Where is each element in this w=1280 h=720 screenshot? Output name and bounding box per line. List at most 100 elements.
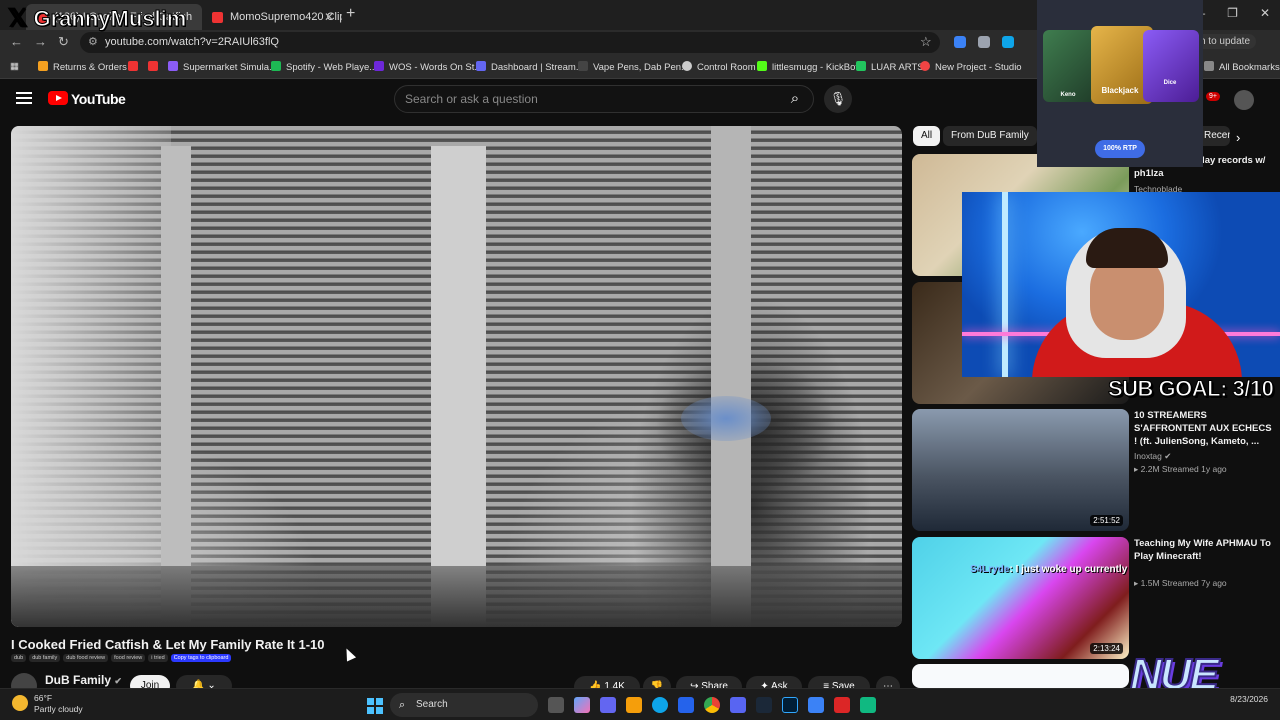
mouse-cursor-icon — [341, 646, 357, 662]
file-explorer-icon[interactable] — [626, 697, 642, 713]
recommendation-title[interactable]: Teaching My Wife APHMAU To Play Minecraf… — [1134, 537, 1274, 563]
extension-icon[interactable] — [1002, 36, 1014, 48]
chevron-right-icon[interactable]: › — [1236, 130, 1240, 145]
recommendation-meta: ▸ 1.5M Streamed 7y ago — [1134, 578, 1227, 588]
steam-icon[interactable] — [756, 697, 772, 713]
chip-from-channel[interactable]: From DuB Family — [943, 126, 1037, 146]
task-view-icon[interactable] — [548, 697, 564, 713]
bookmark-favicon-icon — [476, 61, 486, 71]
youtube-logo-icon[interactable] — [48, 91, 68, 105]
bookmark-item[interactable]: Dashboard | Stream... — [476, 61, 584, 73]
recommendation-thumbnail[interactable]: 2:13:24 — [912, 537, 1129, 659]
live-icon: ▸ — [1134, 464, 1139, 474]
tag[interactable]: dub — [11, 654, 27, 662]
bookmark-star-icon[interactable]: ☆ — [920, 34, 932, 50]
video-frame-detail — [161, 146, 191, 627]
stream-title-overlay: 𝕏 GrannyMuslim — [7, 5, 187, 33]
chat-message-overlay: S4Lryde: I just woke up currently — [970, 564, 1128, 575]
video-player[interactable] — [11, 126, 902, 627]
youtube-bookmark-icon[interactable] — [128, 61, 143, 73]
video-duration: 2:51:52 — [1090, 515, 1123, 526]
microphone-icon[interactable]: 🎙 — [824, 85, 852, 113]
address-bar[interactable]: ⚙ youtube.com/watch?v=2RAIUl63flQ — [80, 32, 940, 53]
menu-icon[interactable] — [16, 92, 32, 104]
extension-icon[interactable] — [954, 36, 966, 48]
video-frame-detail — [11, 126, 171, 627]
new-tab-button[interactable]: + — [346, 5, 355, 23]
bookmark-item[interactable]: Vape Pens, Dab Pen... — [578, 61, 689, 73]
forward-icon[interactable]: → — [34, 34, 47, 49]
bookmark-item[interactable]: WOS - Words On St... — [374, 61, 482, 73]
youtube-bookmark-icon[interactable] — [148, 61, 163, 73]
search-input[interactable]: Search or ask a question — [394, 85, 814, 113]
extension-icon[interactable] — [978, 36, 990, 48]
discord-icon[interactable] — [730, 697, 746, 713]
bookmark-item[interactable]: Supermarket Simula... — [168, 61, 277, 73]
store-icon[interactable] — [678, 697, 694, 713]
verified-icon: ✔ — [1164, 451, 1172, 461]
app-icon[interactable] — [860, 697, 876, 713]
url-text: youtube.com/watch?v=2RAIUl63flQ — [105, 36, 279, 48]
ad-label: Dice — [1163, 80, 1177, 86]
close-tab-icon[interactable]: ✕ — [324, 4, 334, 30]
video-tags: dub dub family dub food review food review i… — [11, 654, 234, 662]
weather-widget[interactable]: 66°F Partly cloudy — [12, 693, 83, 715]
search-icon[interactable]: ⌕ — [782, 86, 808, 112]
account-avatar[interactable] — [1234, 90, 1254, 110]
weather-icon — [12, 695, 28, 711]
copilot-icon[interactable] — [574, 697, 590, 713]
bookmark-favicon-icon — [168, 61, 178, 71]
youtube-favicon-icon — [212, 12, 223, 23]
close-window-icon[interactable]: ✕ — [1260, 6, 1270, 20]
teams-icon[interactable] — [600, 697, 616, 713]
tag[interactable]: dub food review — [63, 654, 109, 662]
bookmark-item[interactable]: Control Room — [682, 61, 756, 73]
notification-badge[interactable]: 9+ — [1206, 92, 1220, 101]
system-clock[interactable]: 8/23/2026 — [1230, 693, 1268, 705]
live-icon: ▸ — [1134, 578, 1139, 588]
tag[interactable]: dub family — [29, 654, 61, 662]
windows-start-icon[interactable] — [367, 698, 383, 714]
recommendation-thumbnail[interactable]: 2:51:52 — [912, 409, 1129, 531]
windows-taskbar: 66°F Partly cloudy ⌕ Search 8/23/2026 — [0, 688, 1280, 720]
chrome-icon[interactable] — [704, 697, 720, 713]
youtube-logo-text[interactable]: YouTube — [71, 91, 126, 107]
channel-name[interactable]: DuB Family ✔ — [45, 673, 122, 687]
video-frame-detail — [711, 126, 751, 627]
bookmark-item[interactable]: Spotify - Web Playe... — [271, 61, 377, 73]
tag[interactable]: food review — [111, 654, 146, 662]
bookmark-favicon-icon — [38, 61, 48, 71]
reload-icon[interactable]: ↻ — [58, 34, 69, 50]
recommendation-title[interactable]: 10 STREAMERS S'AFFRONTENT AUX ECHECS ! (… — [1134, 409, 1274, 448]
back-icon[interactable]: ← — [10, 34, 23, 49]
notepad-icon[interactable] — [808, 697, 824, 713]
bookmark-item[interactable]: New Project - Studio — [920, 61, 1022, 73]
edge-icon[interactable] — [652, 697, 668, 713]
chip-all[interactable]: All — [913, 126, 941, 146]
bookmark-favicon-icon — [856, 61, 866, 71]
video-frame-detail — [431, 146, 486, 627]
taskbar-search[interactable]: ⌕ Search — [390, 693, 538, 717]
tag[interactable]: i tried — [148, 654, 168, 662]
verified-icon: ✔ — [114, 676, 122, 686]
recommendation-thumbnail[interactable] — [912, 664, 1129, 688]
tab-clips[interactable]: MomoSupremo420 Clips - Watc ✕ — [202, 4, 342, 30]
bookmark-item[interactable]: LUAR ARTS — [856, 61, 924, 73]
maximize-icon[interactable]: ❐ — [1227, 6, 1238, 20]
video-title: I Cooked Fried Catfish & Let My Family R… — [11, 637, 325, 652]
bookmark-favicon-icon — [578, 61, 588, 71]
bookmark-item[interactable]: littlesmugg - KickBot — [757, 61, 858, 73]
site-info-icon[interactable]: ⚙ — [88, 32, 98, 53]
photoshop-icon[interactable] — [782, 697, 798, 713]
webcam-detail — [1086, 228, 1168, 268]
copy-tags-button[interactable]: Copy tags to clipboard — [170, 654, 232, 662]
webcam-overlay — [962, 192, 1280, 377]
casino-ad-overlay: Blackjack Keno Dice 100% RTP — [1037, 0, 1203, 167]
rtp-badge: 100% RTP — [1095, 140, 1145, 158]
recommendation-channel[interactable]: Inoxtag ✔ — [1134, 451, 1171, 462]
date-text: 8/23/2026 — [1230, 694, 1268, 704]
app-icon[interactable] — [834, 697, 850, 713]
apps-grid-icon[interactable]: ▦ — [10, 61, 19, 72]
all-bookmarks[interactable]: All Bookmarks — [1204, 61, 1280, 73]
bookmark-item[interactable]: Returns & Orders — [38, 61, 127, 73]
